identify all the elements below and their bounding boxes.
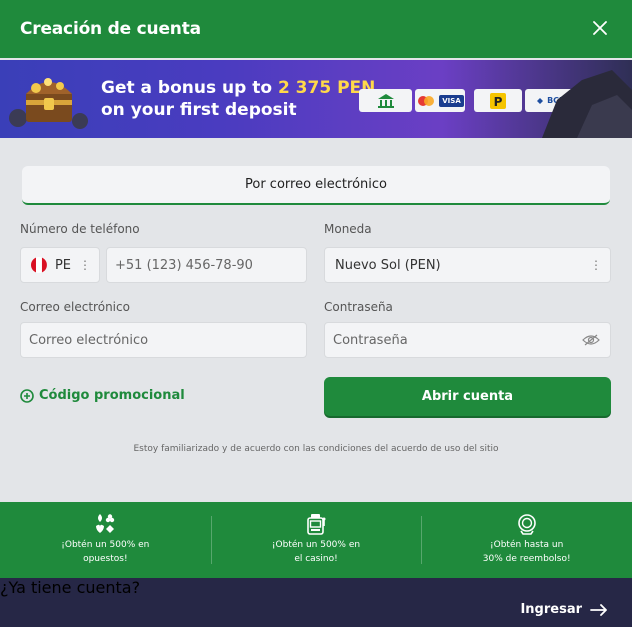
promos-bar: ¡Obtén un 500% en opuestos! ¡Obtén un 50…: [0, 502, 632, 578]
email-label: Correo electrónico: [20, 300, 130, 314]
modal-title: Creación de cuenta: [20, 19, 201, 39]
kebab-icon: ⋮: [590, 258, 602, 272]
payment-cards: VISA: [415, 89, 465, 112]
promo-cashback[interactable]: ¡Obtén hasta un 30% de reembolso!: [421, 502, 632, 578]
currency-select[interactable]: Nuevo Sol (PEN) ⋮: [324, 247, 611, 283]
payment-bank: [359, 89, 412, 112]
email-input[interactable]: [21, 332, 306, 348]
banner-text: Get a bonus up to 2 375 PEN on your firs…: [101, 77, 375, 121]
arrow-right-icon: [590, 603, 607, 616]
registration-modal: Creación de cuenta Get a bonus up to 2 3…: [0, 0, 632, 627]
treasure-chest-icon: [9, 78, 88, 129]
promo-casino[interactable]: ¡Obtén un 500% en el casino!: [210, 502, 422, 578]
country-select[interactable]: PE ⋮: [20, 247, 100, 283]
footer: ¿Ya tiene cuenta? Ingresar: [0, 578, 632, 627]
peru-flag-icon: [31, 257, 47, 273]
open-account-button[interactable]: Abrir cuenta: [324, 377, 611, 416]
phone-label: Número de teléfono: [20, 222, 140, 236]
password-label: Contraseña: [324, 300, 393, 314]
mastercard-visa-icon: [418, 95, 435, 106]
close-button[interactable]: [586, 14, 614, 42]
currency-label: Moneda: [324, 222, 372, 236]
promo-casino-line1: ¡Obtén un 500% en: [271, 540, 361, 550]
promo-sports[interactable]: ¡Obtén un 500% en opuestos!: [0, 502, 211, 578]
banner-line2: on your first deposit: [101, 100, 297, 120]
promo-sports-line1: ¡Obtén un 500% en: [61, 540, 150, 550]
password-input[interactable]: [325, 332, 582, 348]
cashback-icon: [517, 514, 536, 535]
email-field[interactable]: [20, 322, 307, 358]
plus-circle-icon: [20, 388, 34, 403]
promo-code-label: Código promocional: [39, 388, 185, 403]
kebab-icon: ⋮: [79, 258, 91, 272]
promo-cashback-line2: 30% de reembolso!: [482, 554, 571, 564]
modal-header: Creación de cuenta: [0, 0, 632, 58]
terms-text[interactable]: Estoy familiarizado y de acuerdo con las…: [0, 444, 632, 454]
banner-line1: Get a bonus up to: [101, 78, 278, 98]
have-account-text: ¿Ya tiene cuenta?: [0, 578, 141, 597]
bonus-banner[interactable]: Get a bonus up to 2 375 PEN on your firs…: [0, 60, 632, 138]
cards-suits-icon: [96, 514, 115, 533]
login-link[interactable]: Ingresar: [520, 602, 608, 617]
currency-value: Nuevo Sol (PEN): [335, 257, 441, 273]
password-field[interactable]: [324, 322, 611, 358]
rocks-decoration: [542, 70, 632, 138]
promo-casino-line2: el casino!: [294, 554, 338, 564]
promo-code-link[interactable]: Código promocional: [20, 388, 185, 403]
promo-sports-line2: opuestos!: [83, 554, 128, 564]
promo-cashback-line1: ¡Obtén hasta un: [490, 540, 564, 550]
bank-icon: [377, 93, 394, 108]
login-label: Ingresar: [520, 602, 582, 617]
eye-icon[interactable]: [582, 334, 600, 346]
slot-machine-icon: [307, 514, 326, 535]
visa-label: VISA: [439, 94, 464, 107]
tab-by-email[interactable]: Por correo electrónico: [22, 166, 610, 205]
phone-field[interactable]: [106, 247, 307, 283]
close-icon: [593, 21, 607, 35]
phone-input[interactable]: [107, 257, 306, 273]
country-code: PE: [54, 257, 71, 273]
